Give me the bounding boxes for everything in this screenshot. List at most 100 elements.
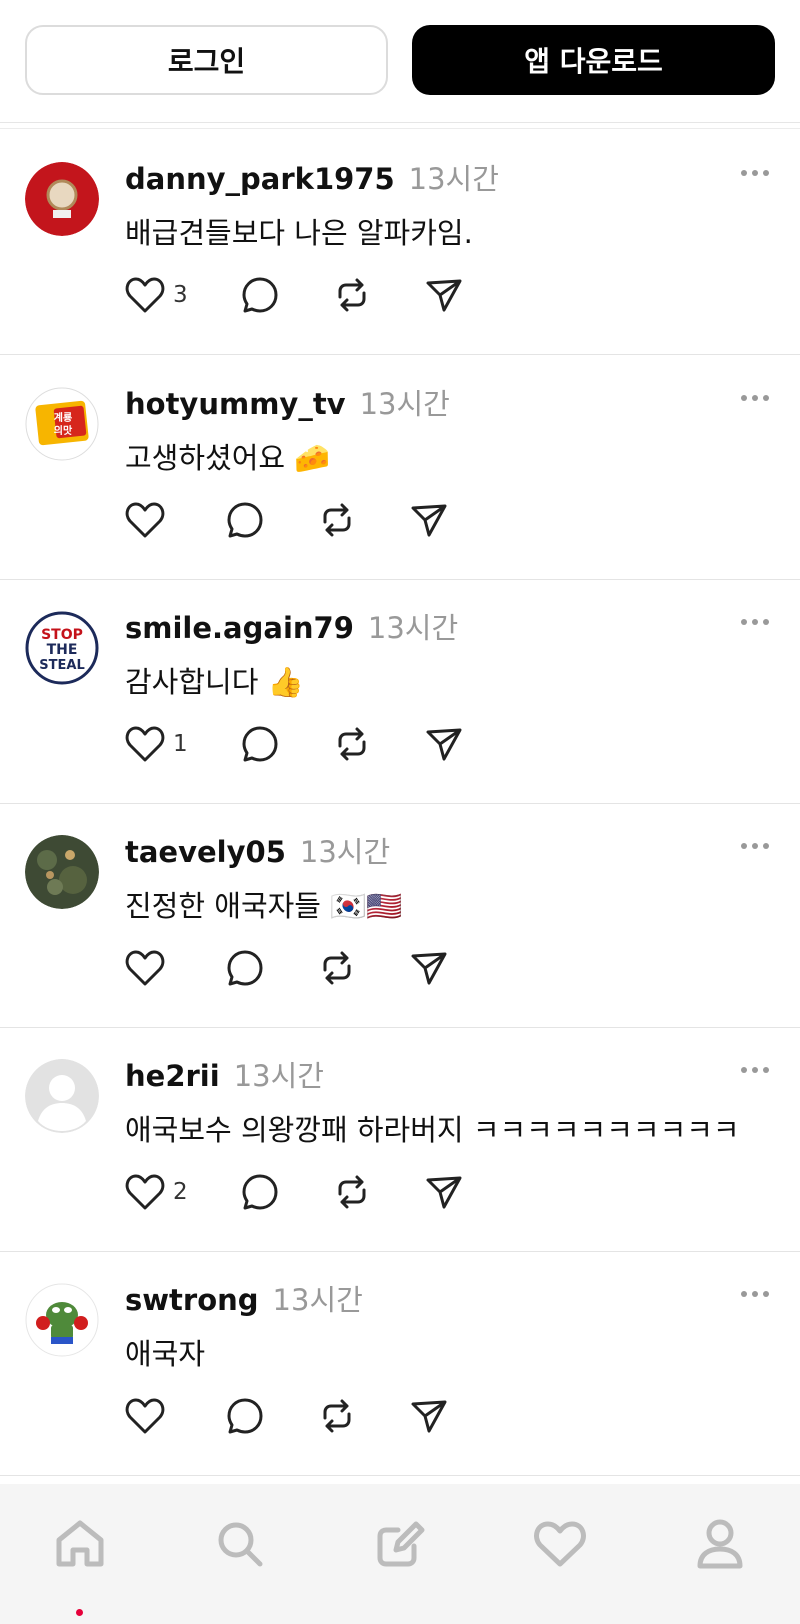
send-icon bbox=[411, 504, 447, 537]
heart-icon bbox=[125, 1398, 165, 1434]
comment-icon bbox=[242, 277, 278, 313]
timestamp: 13시간 bbox=[233, 1059, 324, 1093]
login-button[interactable]: 로그인 bbox=[25, 25, 388, 95]
nav-profile[interactable] bbox=[690, 1514, 750, 1574]
share-button[interactable] bbox=[409, 948, 449, 988]
profile-icon bbox=[697, 1519, 743, 1569]
nav-compose[interactable] bbox=[370, 1514, 430, 1574]
like-button[interactable] bbox=[125, 1397, 173, 1435]
send-icon bbox=[411, 952, 447, 985]
repost-icon bbox=[323, 503, 351, 537]
repost-button[interactable] bbox=[332, 724, 372, 764]
like-count: 1 bbox=[173, 731, 188, 757]
avatar[interactable] bbox=[25, 162, 99, 236]
nav-search[interactable] bbox=[210, 1514, 270, 1574]
repost-button[interactable] bbox=[332, 1172, 372, 1212]
heart-icon bbox=[125, 1174, 165, 1210]
reply-button[interactable] bbox=[225, 1396, 265, 1436]
svg-text:의맛: 의맛 bbox=[54, 424, 73, 437]
avatar[interactable] bbox=[25, 835, 99, 909]
avatar[interactable]: STOP THE STEAL bbox=[25, 611, 99, 685]
top-bar: 로그인 앱 다운로드 bbox=[0, 0, 800, 123]
app-download-button[interactable]: 앱 다운로드 bbox=[412, 25, 775, 95]
divider bbox=[0, 128, 800, 129]
repost-button[interactable] bbox=[317, 1396, 357, 1436]
like-count: 2 bbox=[173, 1179, 188, 1205]
reply-button[interactable] bbox=[240, 1172, 280, 1212]
username[interactable]: danny_park1975 bbox=[125, 162, 395, 196]
post-text: 배급견들보다 나은 알파카임. bbox=[125, 216, 473, 250]
active-indicator-dot bbox=[76, 1609, 83, 1616]
like-button[interactable]: 1 bbox=[125, 725, 188, 763]
timestamp: 13시간 bbox=[367, 611, 459, 645]
bottom-nav bbox=[0, 1484, 800, 1624]
username[interactable]: hotyummy_tv bbox=[125, 387, 346, 421]
svg-text:STEAL: STEAL bbox=[39, 658, 84, 673]
share-button[interactable] bbox=[424, 724, 464, 764]
send-icon bbox=[426, 1176, 462, 1209]
timestamp: 13시간 bbox=[272, 1283, 363, 1317]
reply-post: swtrong 13시간 애국자 bbox=[0, 1251, 800, 1476]
heart-icon bbox=[125, 726, 165, 762]
heart-icon bbox=[125, 502, 165, 538]
more-options-icon[interactable] bbox=[740, 1061, 770, 1073]
username[interactable]: smile.again79 bbox=[125, 611, 354, 645]
avatar[interactable]: 계룡 의맛 bbox=[25, 387, 99, 461]
send-icon bbox=[411, 1400, 447, 1433]
share-button[interactable] bbox=[424, 1172, 464, 1212]
more-options-icon[interactable] bbox=[740, 164, 770, 176]
reply-button[interactable] bbox=[240, 275, 280, 315]
like-button[interactable]: 2 bbox=[125, 1173, 188, 1211]
like-button[interactable] bbox=[125, 949, 173, 987]
repost-icon bbox=[338, 278, 366, 312]
heart-icon bbox=[125, 277, 165, 313]
comment-icon bbox=[242, 1174, 278, 1210]
reply-post: taevely05 13시간 진정한 애국자들 🇰🇷🇺🇸 bbox=[0, 803, 800, 1028]
username[interactable]: taevely05 bbox=[125, 835, 286, 869]
repost-icon bbox=[323, 951, 351, 985]
send-icon bbox=[426, 279, 462, 312]
comment-icon bbox=[242, 726, 278, 762]
reply-button[interactable] bbox=[240, 724, 280, 764]
search-icon bbox=[218, 1522, 263, 1567]
username[interactable]: he2rii bbox=[125, 1059, 220, 1093]
nav-home[interactable] bbox=[50, 1514, 110, 1574]
reply-button[interactable] bbox=[225, 500, 265, 540]
timestamp: 13시간 bbox=[299, 835, 391, 869]
post-text: 애국자 bbox=[125, 1337, 206, 1371]
more-options-icon[interactable] bbox=[740, 613, 770, 625]
repost-button[interactable] bbox=[332, 275, 372, 315]
reply-post: STOP THE STEAL smile.again79 13시간 감사합니다 … bbox=[0, 579, 800, 804]
reply-post: danny_park1975 13시간 배급견들보다 나은 알파카임. 3 bbox=[0, 130, 800, 355]
share-button[interactable] bbox=[409, 500, 449, 540]
post-text: 고생하셨어요 🧀 bbox=[125, 441, 331, 475]
post-text: 감사합니다 👍 bbox=[125, 665, 304, 699]
repost-icon bbox=[323, 1399, 351, 1433]
heart-icon bbox=[125, 950, 165, 986]
like-button[interactable]: 3 bbox=[125, 276, 188, 314]
reply-post: he2rii 13시간 애국보수 의왕깡패 하라버지 ㅋㅋㅋㅋㅋㅋㅋㅋㅋㅋ 2 bbox=[0, 1027, 800, 1252]
avatar[interactable] bbox=[25, 1283, 99, 1357]
repost-button[interactable] bbox=[317, 500, 357, 540]
like-button[interactable] bbox=[125, 501, 173, 539]
timestamp: 13시간 bbox=[359, 387, 450, 421]
like-count: 3 bbox=[173, 282, 188, 308]
more-options-icon[interactable] bbox=[740, 1285, 770, 1297]
comment-icon bbox=[227, 502, 263, 538]
nav-activity[interactable] bbox=[530, 1514, 590, 1574]
repost-button[interactable] bbox=[317, 948, 357, 988]
compose-icon bbox=[377, 1521, 425, 1567]
share-button[interactable] bbox=[424, 275, 464, 315]
svg-text:STOP: STOP bbox=[41, 627, 83, 643]
post-text: 애국보수 의왕깡패 하라버지 ㅋㅋㅋㅋㅋㅋㅋㅋㅋㅋ bbox=[125, 1113, 740, 1147]
comment-icon bbox=[227, 950, 263, 986]
avatar[interactable] bbox=[25, 1059, 99, 1133]
home-icon bbox=[56, 1520, 104, 1567]
svg-text:THE: THE bbox=[47, 642, 78, 658]
more-options-icon[interactable] bbox=[740, 837, 770, 849]
username[interactable]: swtrong bbox=[125, 1283, 259, 1317]
share-button[interactable] bbox=[409, 1396, 449, 1436]
more-options-icon[interactable] bbox=[740, 389, 770, 401]
reply-button[interactable] bbox=[225, 948, 265, 988]
timestamp: 13시간 bbox=[408, 162, 499, 196]
